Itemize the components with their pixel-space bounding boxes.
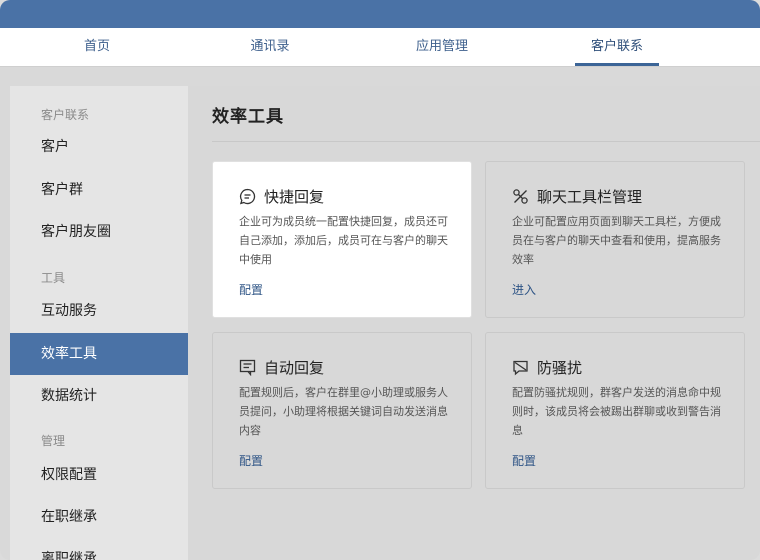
title-divider (212, 141, 760, 142)
sidebar-item-interactive-service[interactable]: 互动服务 (10, 291, 188, 331)
card-header: 防骚扰 (512, 357, 582, 378)
sidebar-item-efficiency-tools[interactable]: 效率工具 (10, 333, 188, 375)
card-header: 快捷回复 (239, 186, 324, 207)
card-title: 聊天工具栏管理 (537, 188, 643, 206)
configure-link[interactable]: 配置 (512, 452, 536, 469)
card-quick-reply[interactable]: 快捷回复 企业可为成员统一配置快捷回复，成员还可自己添加，添加后，成员可在与客户… (212, 161, 472, 318)
sidebar-item-resigned-transfer[interactable]: 离职继承 (10, 539, 188, 560)
card-header: 聊天工具栏管理 (512, 186, 642, 207)
window-titlebar (0, 0, 760, 28)
tab-app-management[interactable]: 应用管理 (382, 28, 502, 66)
top-navigation: 首页 通讯录 应用管理 客户联系 (0, 28, 760, 67)
page-title: 效率工具 (212, 107, 284, 127)
configure-link[interactable]: 配置 (239, 452, 263, 469)
sidebar-group-tools: 工具 (41, 271, 66, 285)
card-chat-toolbar[interactable]: 聊天工具栏管理 企业可配置应用页面到聊天工具栏，方便成员在与客户的聊天中查看和使… (485, 161, 745, 318)
sidebar-item-customers[interactable]: 客户 (10, 127, 188, 167)
card-header: 自动回复 (239, 357, 324, 378)
card-description: 企业可为成员统一配置快捷回复，成员还可自己添加，添加后，成员可在与客户的聊天中使… (239, 215, 448, 266)
card-title: 快捷回复 (264, 188, 325, 206)
card-title: 防骚扰 (537, 359, 583, 377)
card-anti-harassment[interactable]: 防骚扰 配置防骚扰规则，群客户发送的消息命中规则时，该成员将会被踢出群聊或收到警… (485, 332, 745, 489)
sidebar-group-management: 管理 (41, 434, 66, 448)
sidebar-item-moments[interactable]: 客户朋友圈 (10, 212, 188, 252)
tab-customer-contact[interactable]: 客户联系 (557, 28, 677, 66)
active-tab-indicator (575, 63, 659, 66)
card-title: 自动回复 (264, 359, 325, 377)
tab-home[interactable]: 首页 (37, 28, 157, 66)
sidebar: 客户联系 客户 客户群 客户朋友圈 工具 互动服务 效率工具 数据统计 管理 权… (10, 86, 189, 560)
main-content: 效率工具 快捷回复 企业可为成员统一配置快捷回复，成员还可自己添加，添加后，成员… (188, 86, 760, 560)
sidebar-item-customer-groups[interactable]: 客户群 (10, 170, 188, 210)
tools-icon (513, 189, 528, 204)
sidebar-item-permissions[interactable]: 权限配置 (10, 455, 188, 495)
card-auto-reply[interactable]: 自动回复 配置规则后，客户在群里@小助理或服务人员提问，小助理将根据关键词自动发… (212, 332, 472, 489)
auto-reply-icon (239, 359, 256, 376)
card-description: 配置防骚扰规则，群客户发送的消息命中规则时，该成员将会被踢出群聊或收到警告消息 (512, 386, 721, 437)
tab-contacts[interactable]: 通讯录 (210, 28, 330, 66)
card-description: 企业可配置应用页面到聊天工具栏，方便成员在与客户的聊天中查看和使用，提高服务效率 (512, 215, 721, 266)
anti-harassment-icon (513, 360, 528, 376)
sidebar-group-customer-contact: 客户联系 (41, 108, 90, 122)
sidebar-item-statistics[interactable]: 数据统计 (10, 376, 188, 416)
sidebar-item-on-job-transfer[interactable]: 在职继承 (10, 497, 188, 537)
card-description: 配置规则后，客户在群里@小助理或服务人员提问，小助理将根据关键词自动发送消息内容 (239, 386, 448, 437)
enter-link[interactable]: 进入 (512, 281, 536, 298)
configure-link[interactable]: 配置 (239, 281, 263, 298)
chat-bubble-icon (239, 188, 256, 205)
app-window: 首页 通讯录 应用管理 客户联系 客户联系 客户 客户群 客户朋友圈 工具 互动… (0, 0, 760, 560)
